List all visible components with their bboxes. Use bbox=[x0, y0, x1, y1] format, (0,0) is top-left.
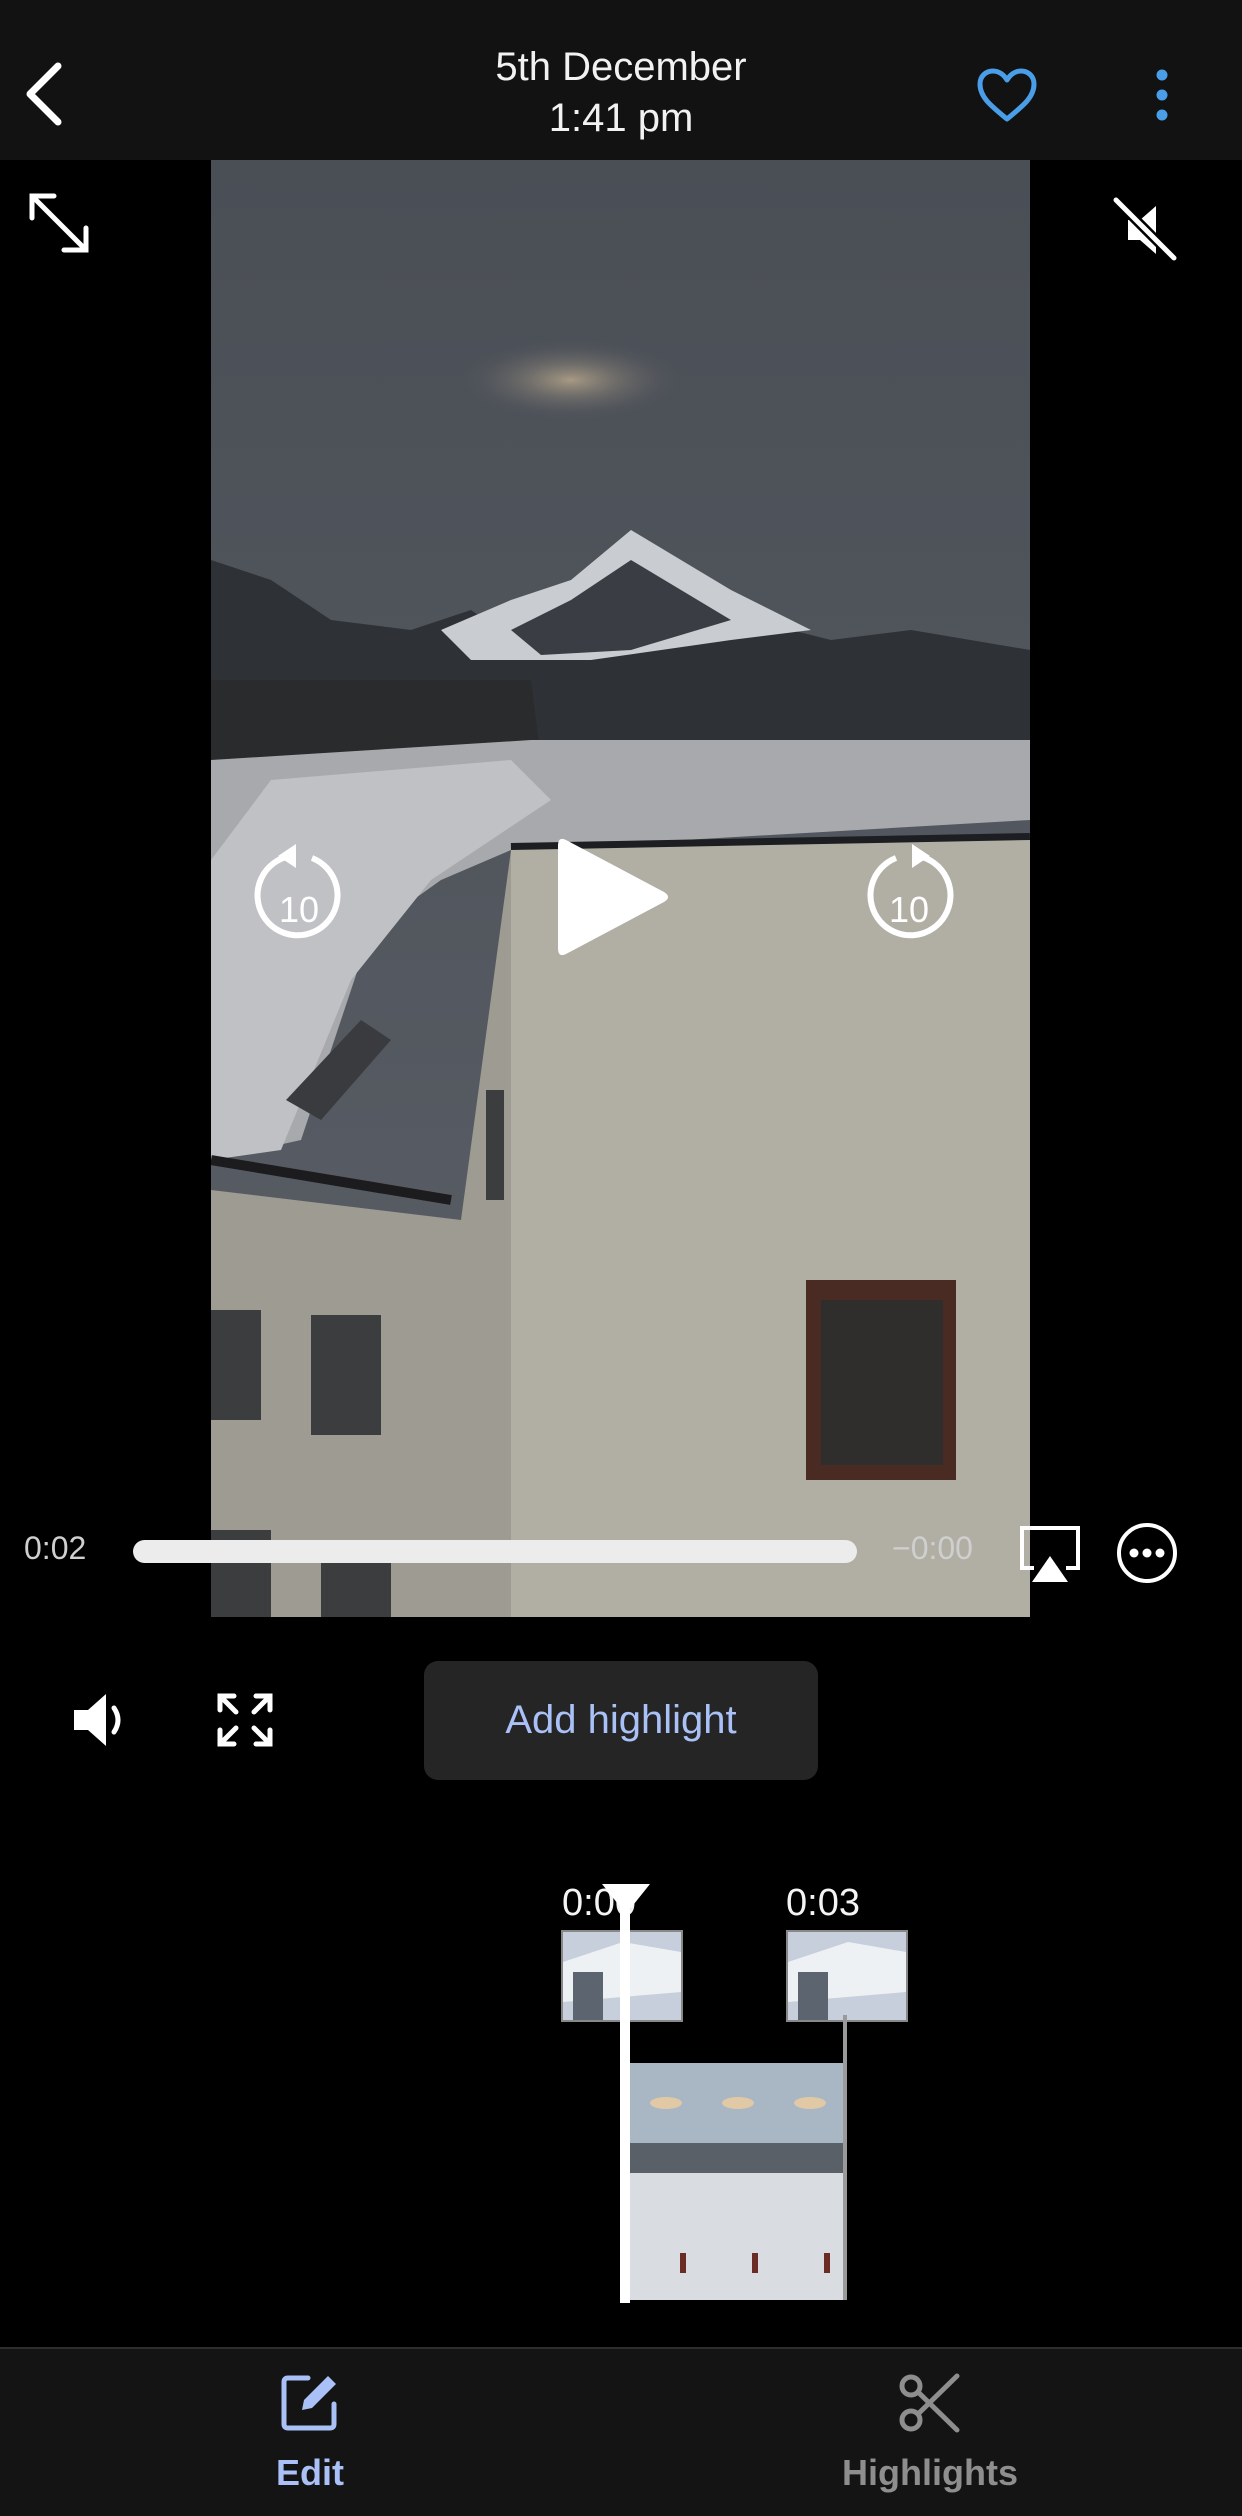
filmstrip-frame bbox=[774, 2063, 846, 2300]
media-title: 5th December 1:41 pm bbox=[371, 42, 871, 144]
add-highlight-button[interactable]: Add highlight bbox=[424, 1661, 818, 1780]
fullscreen-icon bbox=[217, 1693, 273, 1747]
speaker-icon bbox=[74, 1694, 121, 1746]
rewind-icon: 10 bbox=[254, 844, 341, 939]
scrubber-bar[interactable] bbox=[133, 1540, 857, 1563]
timeline-playhead[interactable] bbox=[620, 1888, 630, 2303]
mute-toggle-button[interactable] bbox=[1108, 192, 1184, 268]
tab-highlights[interactable]: Highlights bbox=[800, 2360, 1060, 2500]
filmstrip-frame bbox=[702, 2063, 774, 2300]
expand-diagonal-icon bbox=[29, 193, 89, 253]
remaining-time: −0:00 bbox=[892, 1530, 973, 1566]
video-more-button[interactable] bbox=[1116, 1522, 1178, 1584]
volume-button[interactable] bbox=[68, 1690, 138, 1750]
more-options-button[interactable] bbox=[1140, 60, 1184, 130]
airplay-button[interactable] bbox=[1018, 1524, 1082, 1584]
airplay-icon bbox=[1020, 1526, 1080, 1582]
elapsed-time: 0:02 bbox=[24, 1530, 87, 1566]
highlight-end-time: 0:03 bbox=[786, 1882, 860, 1924]
chevron-left-icon bbox=[26, 62, 62, 126]
forward-label: 10 bbox=[889, 889, 929, 930]
tab-edit-label: Edit bbox=[276, 2452, 344, 2493]
rewind-label: 10 bbox=[279, 889, 319, 930]
tab-edit[interactable]: Edit bbox=[240, 2360, 380, 2500]
rewind-10-button[interactable]: 10 bbox=[250, 842, 348, 950]
favorite-button[interactable] bbox=[972, 60, 1042, 130]
scissors-icon bbox=[899, 2373, 960, 2433]
tab-highlights-label: Highlights bbox=[842, 2452, 1018, 2493]
heart-icon bbox=[977, 68, 1037, 122]
more-vertical-icon bbox=[1156, 69, 1168, 121]
back-button[interactable] bbox=[14, 52, 74, 136]
forward-icon: 10 bbox=[867, 844, 954, 939]
ellipsis-circle-icon bbox=[1117, 1523, 1177, 1583]
play-icon bbox=[558, 838, 668, 956]
timeline-filmstrip[interactable] bbox=[630, 2063, 846, 2300]
media-time: 1:41 pm bbox=[548, 96, 694, 140]
forward-10-button[interactable]: 10 bbox=[860, 842, 958, 950]
filmstrip-frame bbox=[630, 2063, 702, 2300]
expand-button[interactable] bbox=[24, 188, 94, 258]
edit-icon bbox=[281, 2375, 337, 2431]
highlight-end-thumbnail[interactable] bbox=[786, 1930, 908, 2022]
media-date: 5th December bbox=[495, 45, 747, 89]
speaker-muted-icon bbox=[1112, 196, 1178, 262]
playhead-marker[interactable] bbox=[602, 1884, 650, 1914]
fullscreen-button[interactable] bbox=[216, 1692, 274, 1748]
play-button[interactable] bbox=[548, 830, 674, 964]
highlight-end-handle[interactable] bbox=[843, 2015, 847, 2300]
